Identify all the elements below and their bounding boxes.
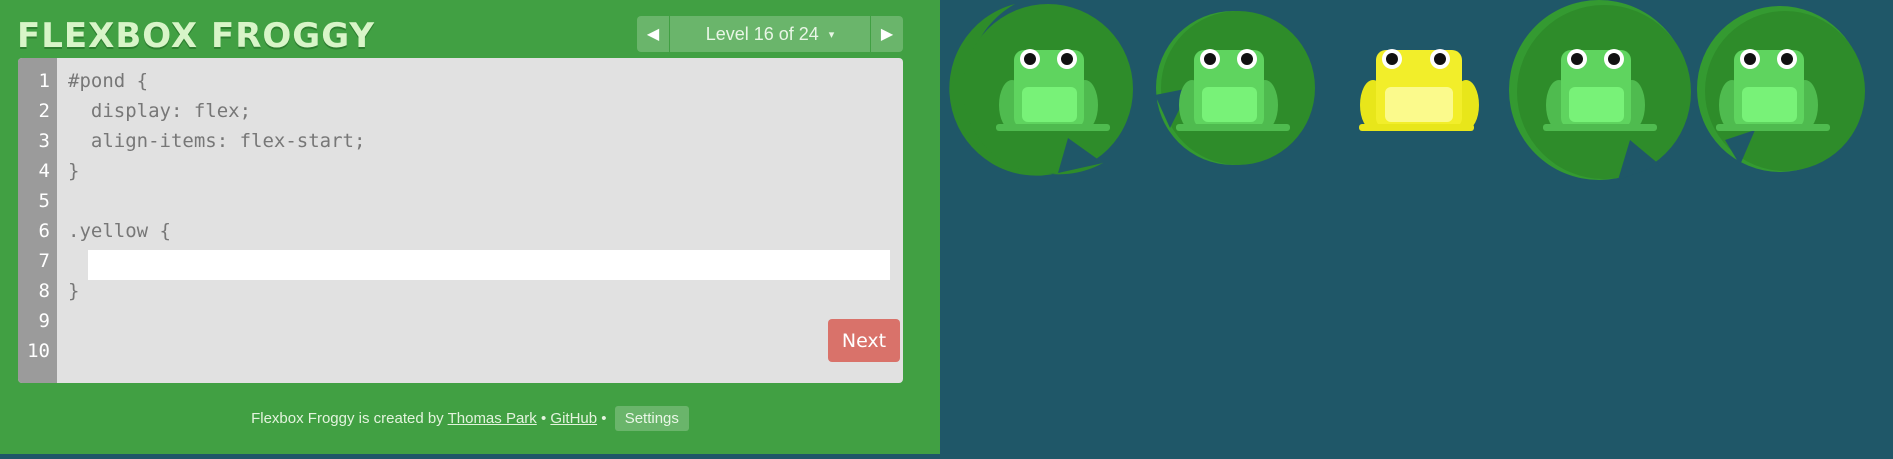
line-number: 3 [38,130,50,152]
level-navigation: ◀ Level 16 of 24 ▾ ▶ [637,16,903,52]
line-number: 7 [38,250,50,272]
chevron-down-icon: ▾ [828,28,835,41]
line-number: 6 [38,220,50,242]
frog-yellow [1359,49,1479,131]
level-dropdown[interactable]: Level 16 of 24 ▾ [670,16,870,52]
pond [940,0,1893,454]
line-number: 8 [38,280,50,302]
separator: • [540,410,547,427]
code-line: #pond { [68,70,149,92]
line-number: 9 [38,310,50,332]
credits-text: Flexbox Froggy is created by [251,410,444,427]
line-number: 2 [38,100,50,122]
line-number: 1 [38,70,50,92]
line-number: 4 [38,160,50,182]
code-line: } [68,280,80,302]
code-line: .yellow { [68,220,171,242]
github-link[interactable]: GitHub [550,410,597,427]
code-line: display: flex; [68,100,252,122]
pond-scene [949,0,1865,180]
code-line: } [68,160,80,182]
next-button[interactable]: Next [828,319,900,362]
line-number-gutter: 1 2 3 4 5 6 7 8 9 10 [18,58,57,383]
line-number: 5 [38,190,50,212]
next-level-button[interactable]: ▶ [870,16,903,52]
app-logo: FLEXBOX FROGGY [17,16,375,56]
separator: • [601,410,607,427]
previous-level-button[interactable]: ◀ [637,16,670,52]
css-code-input[interactable] [88,250,890,280]
code-editor: 1 2 3 4 5 6 7 8 9 10 #pond { display: fl… [18,58,903,383]
settings-button[interactable]: Settings [614,406,689,431]
level-label: Level 16 of 24 [705,23,819,44]
author-link[interactable]: Thomas Park [448,410,537,427]
triangle-left-icon: ◀ [646,26,660,43]
footer-credits: Flexbox Froggy is created by Thomas Park… [0,406,940,431]
line-number: 10 [27,340,50,362]
code-line: align-items: flex-start; [68,130,366,152]
sidebar: FLEXBOX FROGGY ◀ Level 16 of 24 ▾ ▶ 1 2 … [0,0,940,454]
triangle-right-icon: ▶ [880,26,894,43]
